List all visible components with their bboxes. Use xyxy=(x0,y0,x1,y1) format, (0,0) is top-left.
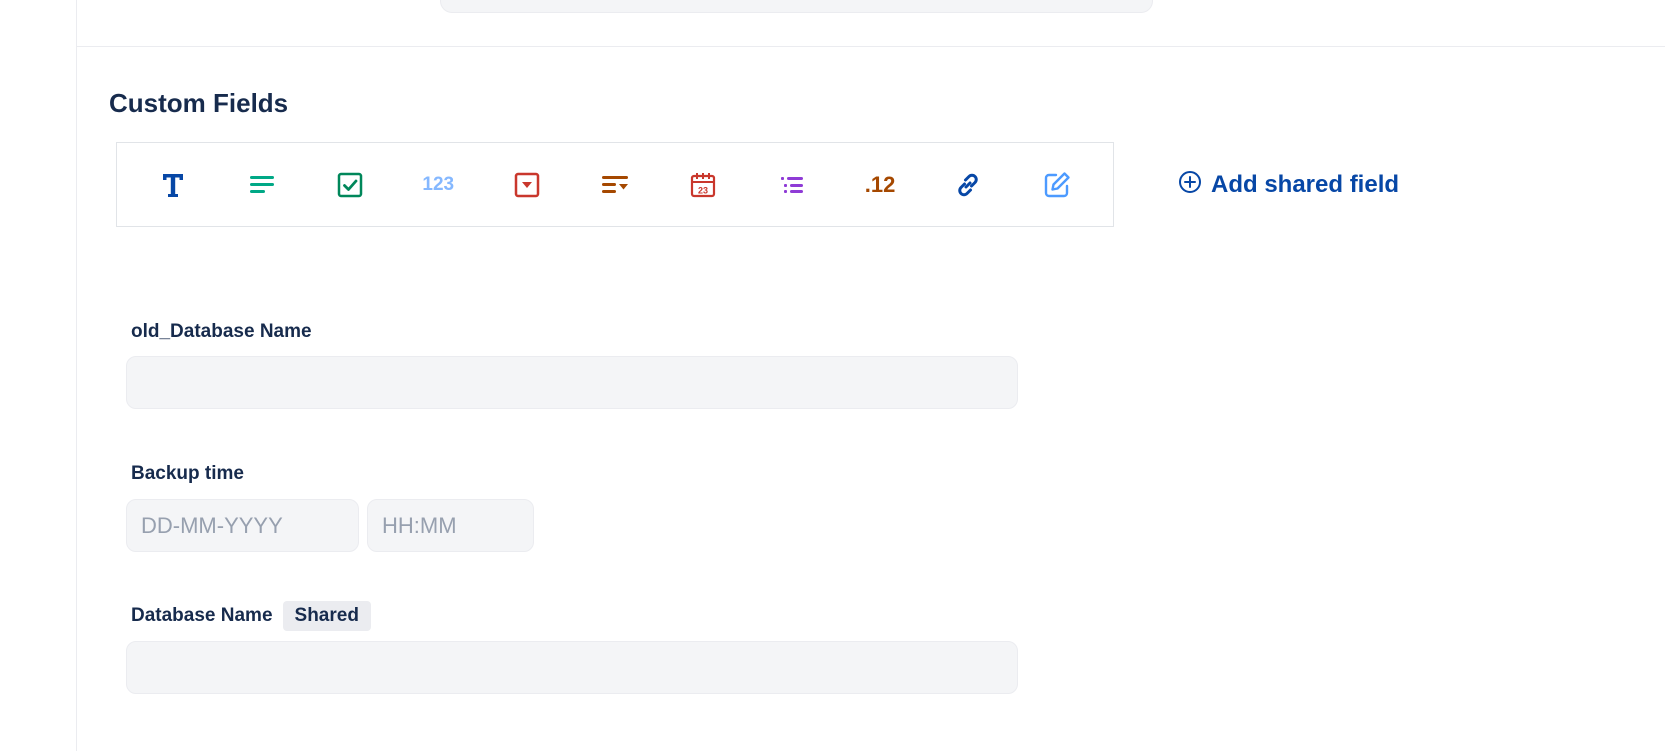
add-list-field-button[interactable] xyxy=(764,157,820,213)
old-database-name-label: old_Database Name xyxy=(131,321,312,343)
section-title: Custom Fields xyxy=(109,88,289,118)
previous-field-input[interactable] xyxy=(440,0,1153,13)
plus-circle-icon xyxy=(1178,170,1202,201)
backup-date-input[interactable] xyxy=(126,499,359,552)
calendar-icon: 23 xyxy=(690,172,716,198)
multi-select-icon xyxy=(601,174,629,196)
add-text-field-button[interactable] xyxy=(145,157,201,213)
backup-time-label-text: Backup time xyxy=(131,463,244,484)
backup-time-input[interactable] xyxy=(367,499,534,552)
add-shared-field-label: Add shared field xyxy=(1211,171,1400,198)
add-checkbox-field-button[interactable] xyxy=(322,157,378,213)
field-type-toolbar: 123 23 .12 xyxy=(116,142,1114,227)
shared-badge: Shared xyxy=(282,601,371,631)
decimal-icon: .12 xyxy=(864,171,896,197)
old-database-name-label-text: old_Database Name xyxy=(131,321,312,342)
section-divider xyxy=(77,46,1665,47)
checkbox-icon xyxy=(337,172,363,198)
old-database-name-input[interactable] xyxy=(126,356,1018,409)
add-url-field-button[interactable] xyxy=(940,157,996,213)
add-paragraph-field-button[interactable] xyxy=(234,157,290,213)
list-icon xyxy=(780,175,804,195)
link-icon xyxy=(954,171,982,199)
number-icon: 123 xyxy=(422,173,455,195)
add-decimal-field-button[interactable]: .12 xyxy=(852,157,908,213)
text-t-icon xyxy=(161,172,185,198)
dropdown-select-icon xyxy=(514,172,540,198)
add-date-field-button[interactable]: 23 xyxy=(675,157,731,213)
calendar-day-number: 23 xyxy=(698,185,708,195)
database-name-label: Database Name Shared xyxy=(131,601,371,631)
database-name-input[interactable] xyxy=(126,641,1018,694)
backup-time-label: Backup time xyxy=(131,463,244,485)
left-rail-divider xyxy=(76,0,77,751)
add-number-field-button[interactable]: 123 xyxy=(410,157,466,213)
paragraph-lines-icon xyxy=(249,174,275,196)
add-multi-select-field-button[interactable] xyxy=(587,157,643,213)
add-dropdown-field-button[interactable] xyxy=(499,157,555,213)
database-name-label-text: Database Name xyxy=(131,605,273,626)
add-shared-field-button[interactable]: Add shared field xyxy=(1178,168,1399,202)
edit-fields-button[interactable] xyxy=(1029,157,1085,213)
edit-icon xyxy=(1043,171,1071,199)
